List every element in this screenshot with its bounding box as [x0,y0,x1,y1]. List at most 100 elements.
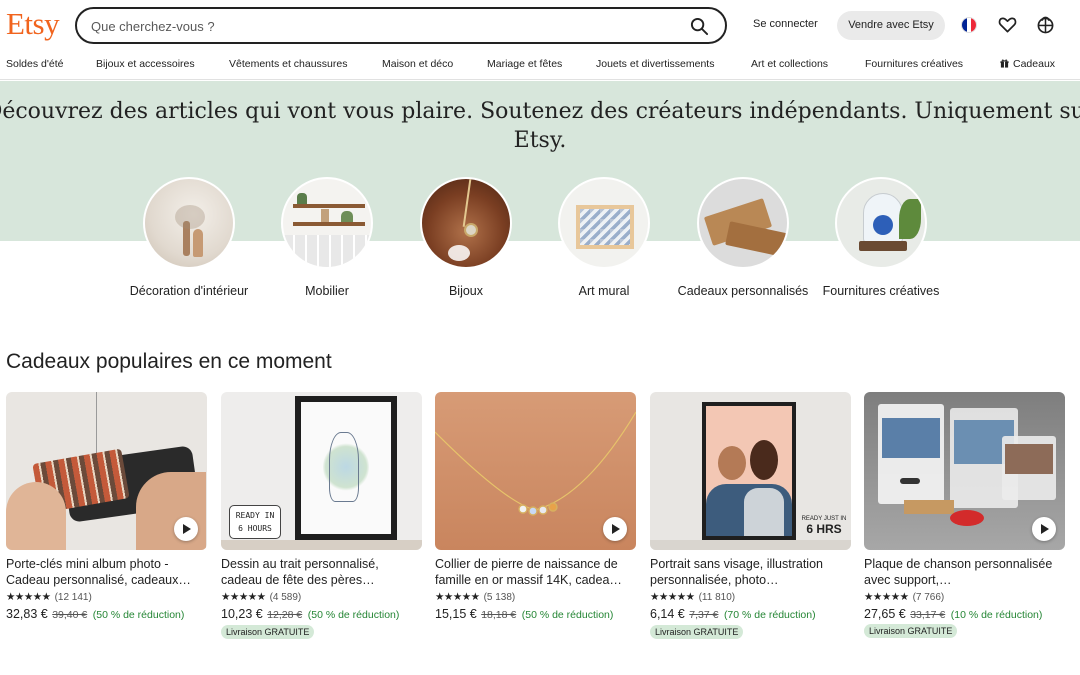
category-mobilier[interactable]: Mobilier [257,177,397,299]
nav-item-cadeaux[interactable]: Cadeaux [1000,58,1055,70]
product-card[interactable]: Collier de pierre de naissance de famill… [435,392,636,621]
rating-stars: ★★★★★ [650,591,695,603]
rating: ★★★★★ (7 766) [864,590,1065,604]
ready-badge-line1: READY IN [235,511,275,520]
category-label: Cadeaux personnalisés [677,284,809,298]
play-video-button[interactable] [603,517,627,541]
rating-stars: ★★★★★ [6,591,51,603]
product-image[interactable] [435,392,636,550]
review-count: (11 810) [698,591,736,603]
original-price: 7,37 € [689,609,719,621]
product-card[interactable]: READY IN 6 HOURS Dessin au trait personn… [221,392,422,640]
discount: (50 % de réduction) [521,609,614,621]
search-bar[interactable] [75,7,727,44]
nav-item-soldes[interactable]: Soldes d'été [6,58,63,70]
product-image[interactable] [864,392,1065,550]
ready-label-line2: 6 HRS [806,522,842,536]
header: Etsy Se connecter Vendre avec Etsy [0,0,1080,52]
original-price: 18,18 € [481,609,517,621]
price: 27,65 € [864,607,906,621]
category-art-mural[interactable]: Art mural [534,177,674,299]
category-image [558,177,650,269]
product-image[interactable] [6,392,207,550]
price-row: 6,14 € 7,37 € (70 % de réduction) [650,607,851,621]
product-card[interactable]: Plaque de chanson personnalisée avec sup… [864,392,1065,639]
sell-button[interactable]: Vendre avec Etsy [837,11,945,40]
discount: (70 % de réduction) [723,609,816,621]
rating: ★★★★★ (11 810) [650,590,851,604]
rating-stars: ★★★★★ [864,591,909,603]
france-flag-icon[interactable] [961,17,977,33]
category-image [143,177,235,269]
review-count: (5 138) [483,591,516,603]
product-image[interactable]: READY JUST IN 6 HRS [650,392,851,550]
gift-icon [1000,59,1009,68]
price-row: 27,65 € 33,17 € (10 % de réduction) [864,607,1065,621]
category-image [281,177,373,269]
category-image [835,177,927,269]
etsy-logo[interactable]: Etsy [6,6,60,42]
price: 15,15 € [435,607,477,621]
rating: ★★★★★ (5 138) [435,590,636,604]
rating: ★★★★★ (4 589) [221,590,422,604]
product-title[interactable]: Dessin au trait personnalisé, cadeau de … [221,556,422,588]
hero-title: Découvrez des articles qui vont vous pla… [0,99,1080,153]
price: 10,23 € [221,607,263,621]
ready-label: READY JUST IN 6 HRS [801,516,847,536]
category-decoration[interactable]: Décoration d'intérieur [119,177,259,299]
category-cadeaux-personnalises[interactable]: Cadeaux personnalisés [673,177,813,299]
section-title: Cadeaux populaires en ce moment [6,350,332,373]
nav-item-fournitures[interactable]: Fournitures créatives [865,58,963,70]
search-input[interactable] [91,16,651,36]
category-label: Décoration d'intérieur [129,284,249,298]
free-shipping-badge: Livraison GRATUITE [650,625,744,639]
price: 6,14 € [650,607,685,621]
nav-item-jouets[interactable]: Jouets et divertissements [596,58,714,70]
rating-stars: ★★★★★ [221,591,266,603]
play-video-button[interactable] [1032,517,1056,541]
category-label: Bijoux [448,284,484,298]
product-title[interactable]: Porte-clés mini album photo - Cadeau per… [6,556,207,588]
product-title[interactable]: Portrait sans visage, illustration perso… [650,556,851,588]
product-title[interactable]: Collier de pierre de naissance de famill… [435,556,636,588]
review-count: (12 141) [54,591,92,603]
price-row: 15,15 € 18,18 € (50 % de réduction) [435,607,636,621]
discount: (10 % de réduction) [950,609,1043,621]
review-count: (4 589) [269,591,302,603]
discount: (50 % de réduction) [92,609,185,621]
ready-badge-line2: 6 HOURS [238,524,272,533]
price-row: 10,23 € 12,28 € (50 % de réduction) [221,607,422,621]
nav-item-cadeaux-label: Cadeaux [1013,58,1056,70]
ready-badge: READY IN 6 HOURS [229,505,281,539]
nav-item-maison[interactable]: Maison et déco [382,58,453,70]
nav-item-vetements[interactable]: Vêtements et chaussures [229,58,347,70]
category-label: Mobilier [305,284,349,298]
original-price: 12,28 € [267,609,303,621]
price-row: 32,83 € 39,40 € (50 % de réduction) [6,607,207,621]
category-image [420,177,512,269]
category-image [697,177,789,269]
heart-icon[interactable] [998,16,1017,34]
product-title[interactable]: Plaque de chanson personnalisée avec sup… [864,556,1065,588]
review-count: (7 766) [912,591,945,603]
nav-item-bijoux[interactable]: Bijoux et accessoires [96,58,195,70]
play-video-button[interactable] [174,517,198,541]
nav-item-mariage[interactable]: Mariage et fêtes [487,58,562,70]
discount: (50 % de réduction) [307,609,400,621]
product-image[interactable]: READY IN 6 HOURS [221,392,422,550]
nav-item-art[interactable]: Art et collections [751,58,828,70]
free-shipping-badge: Livraison GRATUITE [864,624,958,638]
free-shipping-badge: Livraison GRATUITE [221,625,315,639]
category-label: Fournitures créatives [822,284,940,298]
search-icon[interactable] [690,17,709,36]
cart-icon[interactable] [1037,15,1054,34]
category-bijoux[interactable]: Bijoux [396,177,536,299]
product-card[interactable]: Porte-clés mini album photo - Cadeau per… [6,392,207,621]
signin-link[interactable]: Se connecter [753,18,818,30]
category-nav: Soldes d'été Bijoux et accessoires Vêtem… [0,52,1080,80]
category-fournitures[interactable]: Fournitures créatives [811,177,951,299]
category-label: Art mural [578,284,630,298]
product-card[interactable]: READY JUST IN 6 HRS Portrait sans visage… [650,392,851,640]
price: 32,83 € [6,607,48,621]
original-price: 33,17 € [910,609,946,621]
